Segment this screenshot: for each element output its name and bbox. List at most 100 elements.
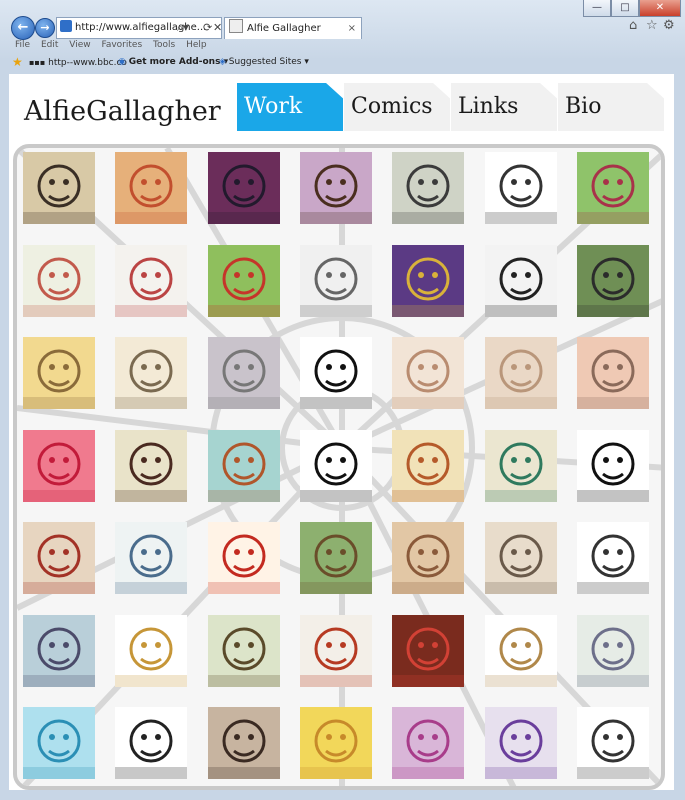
thumbnail-zeppelin[interactable] (23, 337, 95, 409)
get-more-addons[interactable]: ◉ Get more Add-ons ▾ (118, 54, 228, 71)
thumbnail-goblin[interactable] (576, 152, 649, 224)
thumbnail-art (392, 257, 465, 317)
thumbnail-red-creature[interactable] (23, 244, 95, 317)
page-icon (60, 20, 72, 32)
thumbnail-art (115, 164, 188, 224)
thumbnail-purple-ornament[interactable] (392, 244, 465, 317)
thumbnail-mustache-man[interactable] (299, 152, 372, 224)
thumbnail-art (484, 164, 557, 224)
thumbnail-gramophone[interactable] (207, 614, 280, 687)
thumbnail-initials-jb[interactable] (484, 707, 557, 779)
thumbnail-gift-box[interactable] (23, 429, 95, 502)
tab-title: Alfie Gallagher (247, 23, 321, 34)
thumbnail-boy-face[interactable] (392, 522, 465, 594)
thumbnail-cartoon-duck[interactable] (207, 522, 280, 594)
thumbnail-figure-silhouette[interactable] (299, 337, 372, 409)
favorites-star-icon[interactable]: ★ (12, 54, 23, 71)
gear-icon[interactable]: ⚙ (663, 18, 675, 33)
thumbnail-mouth-teeth[interactable] (115, 429, 188, 502)
thumbnail-woman-lips[interactable] (299, 429, 372, 502)
thumbnail-man-in-hat[interactable] (207, 152, 280, 224)
suggested-sites[interactable]: ◈ Suggested Sites ▾ (219, 54, 309, 71)
thumbnail-bearded-man[interactable] (484, 522, 557, 594)
tab-comics[interactable]: Comics (344, 83, 450, 131)
suggested-label: Suggested Sites ▾ (228, 57, 309, 67)
menu-view[interactable]: View (69, 40, 90, 50)
thumbnail-girl-sketch[interactable] (576, 707, 649, 779)
thumbnail-red-hair-girl[interactable] (299, 614, 372, 687)
thumbnail-pixel-face[interactable] (299, 244, 372, 317)
thumbnail-skeleton[interactable] (484, 244, 557, 317)
thumbnail-art (207, 534, 280, 594)
tab-bio[interactable]: Bio (558, 83, 664, 131)
thumbnail-art (299, 349, 372, 409)
thumbnail-taj-mahal[interactable] (484, 337, 557, 409)
thumbnail-old-man[interactable] (23, 614, 95, 687)
favorite-bbc-label: http--www.bbc.co (48, 58, 127, 68)
menu-edit[interactable]: Edit (41, 40, 58, 50)
thumbnail-woman-portrait[interactable] (576, 522, 649, 594)
thumbnail-guitar[interactable] (207, 244, 280, 317)
thumbnail-art (299, 719, 372, 779)
tab-work[interactable]: Work (237, 83, 343, 131)
page-content: AlfieGallagher Work Comics Links Bio (9, 74, 674, 790)
thumbnail-ninja-turtle[interactable] (299, 522, 372, 594)
home-icon[interactable]: ⌂ (629, 18, 637, 33)
thumbnail-hat-pour[interactable] (115, 614, 188, 687)
tab-alfie-gallagher[interactable]: Alfie Gallagher × (224, 17, 362, 39)
thumbnail-legs[interactable] (392, 337, 465, 409)
thumbnail-art (115, 442, 188, 502)
stop-icon[interactable]: ✕ (213, 18, 221, 38)
thumbnail-art (392, 164, 465, 224)
menu-help[interactable]: Help (186, 40, 207, 50)
menu-tools[interactable]: Tools (153, 40, 175, 50)
thumbnail-roses[interactable] (392, 614, 465, 687)
back-button[interactable]: ← (11, 16, 35, 40)
thumbnail-girl-glasses[interactable] (576, 337, 649, 409)
thumbnail-art (207, 349, 280, 409)
thumbnail-blue-bug[interactable] (115, 522, 188, 594)
address-bar[interactable]: http://www.alfiegallaghe... ⌕▾ ⟳ ✕ (56, 17, 222, 39)
thumbnail-art (207, 257, 280, 317)
thumbnail-green-zombie[interactable] (576, 244, 649, 317)
thumbnail-blue-skirt[interactable] (115, 244, 188, 317)
thumbnail-ballerina[interactable] (392, 707, 465, 779)
menu-file[interactable]: File (15, 40, 30, 50)
thumbnail-art (299, 257, 372, 317)
forward-button[interactable]: → (35, 18, 55, 38)
thumbnail-bear-eyepatch[interactable] (207, 707, 280, 779)
thumbnail-fox[interactable] (392, 429, 465, 502)
thumbnail-dancer[interactable] (484, 614, 557, 687)
search-icon[interactable]: ⌕▾ (177, 18, 189, 38)
thumbnail-art (484, 349, 557, 409)
thumbnail-hand-sketch[interactable] (484, 152, 557, 224)
thumbnail-lion[interactable] (207, 429, 280, 502)
thumbnail-eiffel-tower[interactable] (576, 614, 649, 687)
thumbnail-initials-c[interactable] (484, 429, 557, 502)
site-logo[interactable]: AlfieGallagher (24, 96, 221, 127)
thumbnail-chaplin-portrait[interactable] (23, 152, 95, 224)
thumbnail-baby-sketch[interactable] (115, 337, 188, 409)
thumbnail-bearded-mask[interactable] (392, 152, 465, 224)
thumbnail-woman-red-hair[interactable] (115, 152, 188, 224)
favorite-bbc[interactable]: ▪▪▪ http--www.bbc.co (29, 54, 127, 72)
thumbnail-rain-cloud[interactable] (207, 337, 280, 409)
thumbnail-art (207, 164, 280, 224)
thumbnail-art (576, 627, 649, 687)
favorites-star-icon[interactable]: ☆ (646, 18, 658, 33)
menu-favorites[interactable]: Favorites (101, 40, 142, 50)
thumbnail-cartoon-kid[interactable] (115, 707, 188, 779)
tab-links[interactable]: Links (451, 83, 557, 131)
thumbnail-tiger[interactable] (23, 522, 95, 594)
suggested-icon: ◈ (219, 57, 226, 67)
thumbnail-yellow-duck[interactable] (299, 707, 372, 779)
thumbnail-art (484, 257, 557, 317)
refresh-icon[interactable]: ⟳ (203, 18, 212, 38)
thumbnail-fish-pattern[interactable] (576, 429, 649, 502)
thumbnail-art (392, 442, 465, 502)
tab-close-icon[interactable]: × (348, 18, 356, 39)
thumbnail-art (115, 349, 188, 409)
thumbnail-art (23, 257, 95, 317)
thumbnail-blue-elephant[interactable] (23, 707, 95, 779)
thumbnail-art (207, 719, 280, 779)
